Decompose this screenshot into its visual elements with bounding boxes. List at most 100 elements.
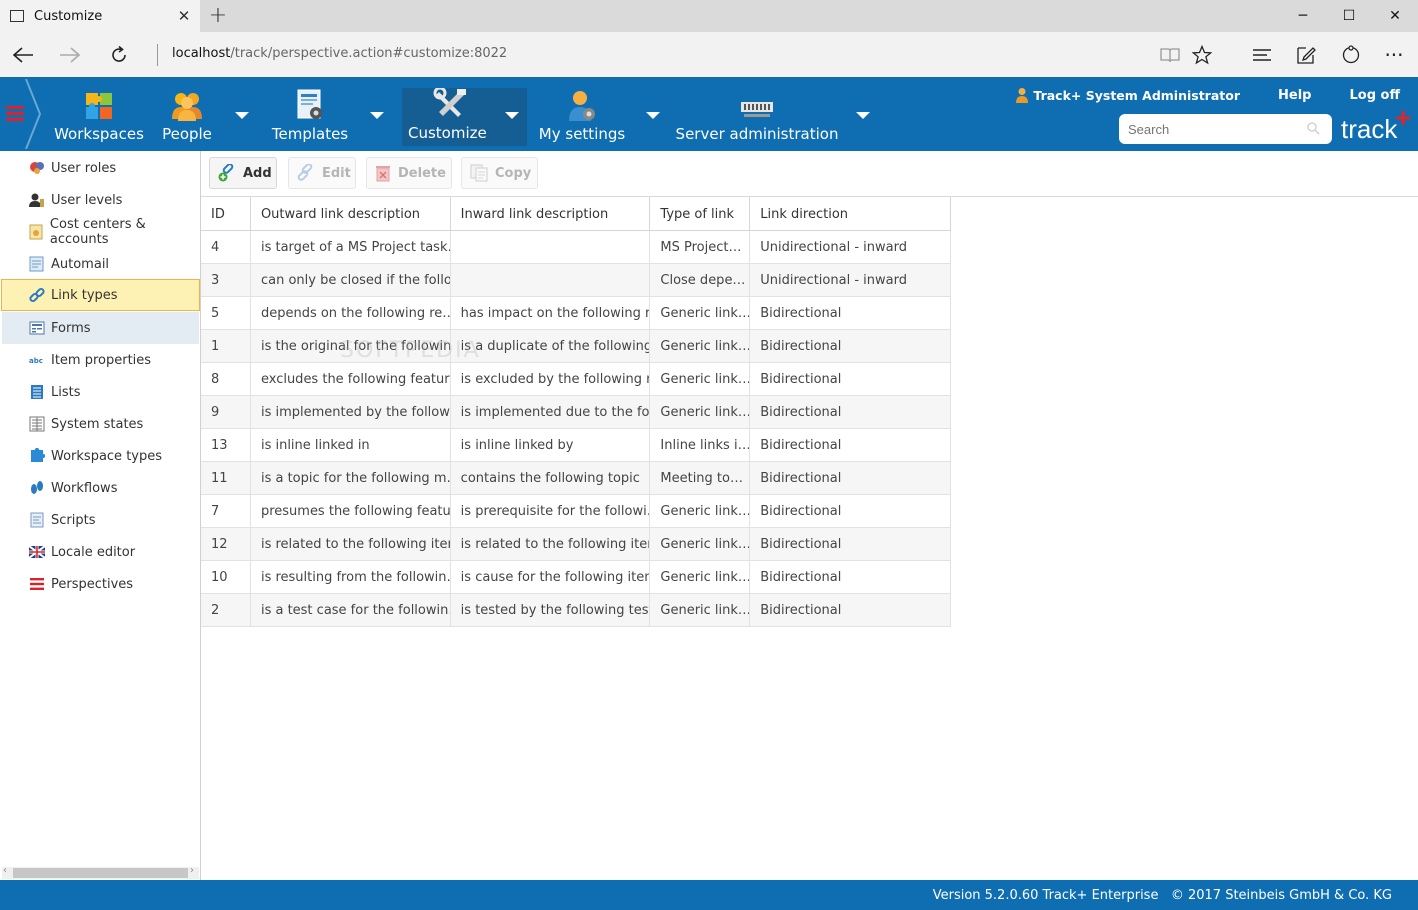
- scroll-right-icon[interactable]: ›: [190, 865, 194, 876]
- brand-plus: +: [1395, 102, 1412, 133]
- table-row[interactable]: 1 is the original for the followin… is a…: [201, 330, 951, 363]
- locale-flag-icon: [28, 544, 46, 560]
- sidebar-item-item-properties[interactable]: abc Item properties: [2, 344, 199, 376]
- templates-dropdown-caret-icon[interactable]: [370, 112, 384, 119]
- forward-arrow-icon: [60, 47, 81, 63]
- column-header-outward[interactable]: Outward link description: [251, 197, 451, 231]
- scroll-left-icon[interactable]: ‹: [3, 865, 7, 876]
- refresh-button[interactable]: [104, 40, 134, 70]
- back-button[interactable]: [8, 40, 38, 70]
- search-box: [1119, 114, 1332, 144]
- cell-direction: Unidirectional - inward: [760, 272, 907, 288]
- lists-icon: [28, 384, 46, 400]
- sidebar-item-link-types[interactable]: Link types: [1, 279, 200, 311]
- table-row[interactable]: 10 is resulting from the followin… is ca…: [201, 561, 951, 594]
- cell-id: 13: [201, 429, 251, 461]
- server-icon: [741, 102, 773, 117]
- nav-templates[interactable]: Templates: [268, 89, 352, 145]
- sidebar: User roles User levels Cost centers & ac…: [0, 151, 201, 880]
- table-row[interactable]: 8 excludes the following feature is excl…: [201, 363, 951, 396]
- sidebar-item-label: Link types: [51, 287, 118, 303]
- sidebar-item-workspace-types[interactable]: Workspace types: [2, 440, 199, 472]
- sidebar-item-user-roles[interactable]: User roles: [2, 152, 199, 184]
- hub-button[interactable]: [1247, 40, 1277, 70]
- sidebar-item-locale-editor[interactable]: Locale editor: [2, 536, 199, 568]
- system-states-icon: [28, 416, 46, 432]
- cell-outward: is a test case for the followin…: [251, 594, 451, 626]
- cost-centers-icon: [28, 224, 45, 240]
- url-host: localhost: [172, 46, 231, 61]
- user-name[interactable]: Track+ System Administrator: [1033, 88, 1240, 103]
- cell-id: 10: [201, 561, 251, 593]
- more-button[interactable]: ···: [1379, 40, 1409, 70]
- sidebar-item-label: Workspace types: [51, 448, 163, 464]
- automail-icon: [28, 256, 46, 272]
- column-header-direction[interactable]: Link direction: [750, 197, 950, 231]
- nav-workspaces[interactable]: Workspaces: [52, 89, 146, 145]
- table-row[interactable]: 12 is related to the following item is r…: [201, 528, 951, 561]
- cell-type: Generic link…: [650, 297, 751, 329]
- tab-close-icon[interactable]: ✕: [174, 7, 194, 25]
- table-row[interactable]: 4 is target of a MS Project task… MS Pro…: [201, 231, 951, 264]
- sidebar-item-workflows[interactable]: Workflows: [2, 472, 199, 504]
- minimize-button[interactable]: ─: [1280, 0, 1326, 32]
- toolbar: Add Edit Delete Copy: [201, 151, 1418, 197]
- favorite-button[interactable]: [1187, 40, 1217, 70]
- browser-tab[interactable]: Customize ✕: [0, 0, 200, 32]
- user-roles-icon: [28, 160, 46, 176]
- nav-server-administration[interactable]: Server administration: [676, 89, 838, 145]
- web-note-button[interactable]: [1291, 40, 1321, 70]
- cell-id: 12: [201, 528, 251, 560]
- table-row[interactable]: 11 is a topic for the following m… conta…: [201, 462, 951, 495]
- table-row[interactable]: 13 is inline linked in is inline linked …: [201, 429, 951, 462]
- table-row[interactable]: 7 presumes the following featu… is prere…: [201, 495, 951, 528]
- copy-button[interactable]: Copy: [461, 157, 538, 189]
- cell-inward: has impact on the following r…: [451, 297, 651, 329]
- delete-button[interactable]: Delete: [366, 157, 452, 189]
- item-properties-icon: abc: [28, 352, 46, 368]
- perspectives-icon: [28, 576, 46, 592]
- table-row[interactable]: 3 can only be closed if the follo… Close…: [201, 264, 951, 297]
- sidebar-item-forms[interactable]: Forms: [2, 312, 199, 344]
- column-header-type[interactable]: Type of link: [650, 197, 751, 231]
- table-row[interactable]: 2 is a test case for the followin… is te…: [201, 594, 951, 627]
- people-dropdown-caret-icon[interactable]: [235, 112, 249, 119]
- search-input[interactable]: [1119, 114, 1299, 144]
- new-tab-button[interactable]: +: [204, 3, 232, 29]
- sidebar-item-perspectives[interactable]: Perspectives: [2, 568, 199, 600]
- my-settings-dropdown-caret-icon[interactable]: [646, 112, 660, 119]
- url-field[interactable]: localhost/track/perspective.action#custo…: [172, 46, 507, 61]
- sidebar-item-lists[interactable]: Lists: [2, 376, 199, 408]
- edit-button[interactable]: Edit: [288, 157, 356, 189]
- share-button[interactable]: [1336, 40, 1366, 70]
- table-row[interactable]: 9 is implemented by the follow… is imple…: [201, 396, 951, 429]
- sidebar-item-automail[interactable]: Automail: [2, 248, 199, 280]
- column-header-id[interactable]: ID: [201, 197, 251, 231]
- nav-people[interactable]: People: [158, 89, 216, 145]
- help-link[interactable]: Help: [1278, 88, 1311, 103]
- customize-dropdown-caret-icon[interactable]: [505, 112, 519, 119]
- column-header-inward[interactable]: Inward link description: [451, 197, 651, 231]
- sidebar-item-system-states[interactable]: System states: [2, 408, 199, 440]
- scrollbar-thumb[interactable]: [13, 868, 188, 878]
- cell-inward: is prerequisite for the followi…: [451, 495, 651, 527]
- menu-toggle[interactable]: [0, 77, 44, 151]
- cell-id: 4: [201, 231, 251, 263]
- table-row[interactable]: 5 depends on the following re… has impac…: [201, 297, 951, 330]
- logoff-link[interactable]: Log off: [1349, 88, 1400, 103]
- server-admin-dropdown-caret-icon[interactable]: [856, 112, 870, 119]
- sidebar-item-scripts[interactable]: Scripts: [2, 504, 199, 536]
- cell-id: 11: [201, 462, 251, 494]
- add-button[interactable]: Add: [209, 157, 277, 189]
- window-close-button[interactable]: ✕: [1372, 0, 1418, 32]
- nav-my-settings[interactable]: My settings: [538, 89, 626, 145]
- reading-view-button[interactable]: [1155, 40, 1185, 70]
- maximize-button[interactable]: ☐: [1326, 0, 1372, 32]
- cell-direction: Bidirectional: [760, 371, 842, 387]
- share-icon: [1342, 45, 1360, 64]
- user-levels-icon: [28, 192, 46, 208]
- forward-button[interactable]: [55, 40, 85, 70]
- sidebar-horizontal-scrollbar[interactable]: ‹ ›: [2, 865, 199, 879]
- sidebar-item-user-levels[interactable]: User levels: [2, 184, 199, 216]
- sidebar-item-cost-centers[interactable]: Cost centers & accounts: [2, 216, 199, 248]
